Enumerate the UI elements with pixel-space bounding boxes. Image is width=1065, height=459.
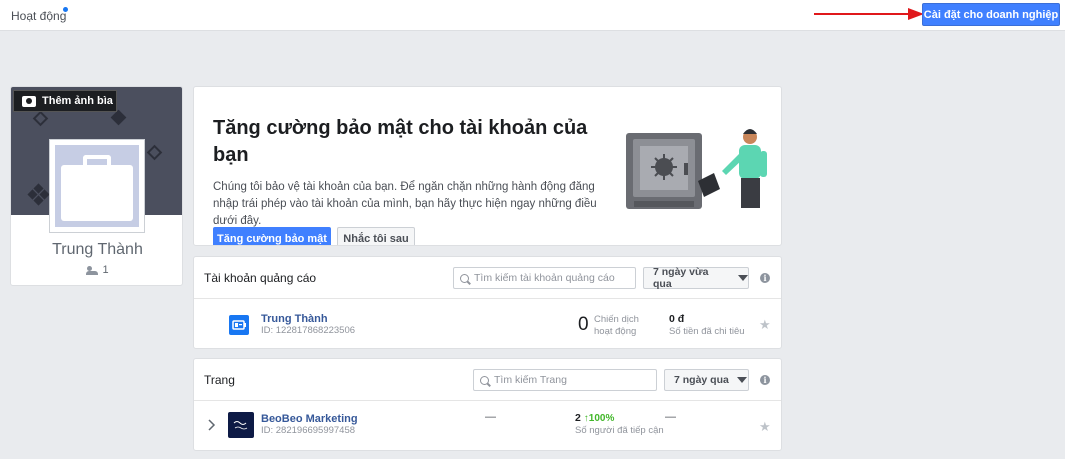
ad-accounts-search[interactable] — [453, 267, 636, 289]
ad-accounts-date-range[interactable]: 7 ngày vừa qua — [643, 266, 749, 290]
member-count-value: 1 — [102, 264, 109, 276]
chevron-down-icon — [736, 377, 747, 383]
reach-value: 2 ↑100% — [575, 412, 614, 424]
page-name[interactable]: BeoBeo Marketing — [261, 413, 358, 425]
top-bar: Hoạt động Cài đặt cho doanh nghiệp — [0, 0, 1065, 31]
security-card: Tăng cường bảo mật cho tài khoản của bạn… — [193, 86, 782, 246]
chevron-right-icon[interactable] — [208, 419, 216, 431]
ad-accounts-title: Tài khoản quảng cáo — [204, 271, 317, 285]
ad-account-name[interactable]: Trung Thành — [261, 313, 328, 325]
briefcase-icon — [55, 145, 139, 227]
pages-header: Trang 7 ngày qua i — [194, 359, 781, 401]
info-icon[interactable]: i — [760, 375, 770, 385]
pages-card: Trang 7 ngày qua i BeoBeo Marketing ID: … — [193, 358, 782, 451]
page-avatar — [228, 412, 254, 438]
profile-card: Thêm ảnh bìa Trung Thành 1 — [10, 86, 183, 286]
ad-accounts-date-range-label: 7 ngày vừa qua — [653, 266, 709, 290]
camera-icon — [22, 95, 36, 107]
page-logo-icon — [233, 421, 248, 430]
activity-tab[interactable]: Hoạt động — [11, 9, 66, 23]
reach-change: ↑100% — [583, 413, 615, 424]
security-description: Chúng tôi bảo vệ tài khoản của bạn. Để n… — [213, 181, 597, 227]
chevron-down-icon — [738, 275, 748, 281]
ad-account-icon — [229, 315, 249, 335]
reach-count: 2 — [575, 412, 581, 424]
page-metric-empty-2: — — [665, 411, 676, 423]
spend-value: 0 đ — [669, 313, 685, 325]
pages-search-input[interactable] — [494, 374, 656, 386]
pages-date-range-label: 7 ngày qua — [674, 374, 729, 386]
pages-title: Trang — [204, 373, 235, 387]
favorite-star-icon[interactable]: ★ — [759, 419, 771, 435]
profile-avatar[interactable] — [49, 139, 145, 233]
ad-account-id: ID: 122817868223506 — [261, 325, 356, 336]
add-cover-label: Thêm ảnh bìa — [42, 95, 113, 107]
safe-illustration-icon — [626, 129, 767, 209]
improve-security-button[interactable]: Tăng cường bảo mật — [213, 227, 331, 245]
page-metric-empty-1: — — [485, 411, 496, 423]
remind-later-button[interactable]: Nhắc tôi sau — [337, 227, 415, 245]
ad-accounts-header: Tài khoản quảng cáo 7 ngày vừa qua i — [194, 257, 781, 299]
search-icon — [460, 273, 469, 283]
business-settings-button[interactable]: Cài đặt cho doanh nghiệp — [922, 3, 1060, 26]
member-count[interactable]: 1 — [11, 264, 182, 276]
favorite-star-icon[interactable]: ★ — [759, 317, 771, 333]
page-id: ID: 282196695997458 — [261, 425, 356, 436]
profile-name[interactable]: Trung Thành — [11, 241, 182, 259]
active-campaigns-value: 0 — [578, 314, 589, 335]
active-campaigns-label-line2: hoạt động — [594, 326, 637, 337]
pages-search[interactable] — [473, 369, 657, 391]
people-icon — [86, 265, 99, 275]
notification-dot — [63, 7, 68, 12]
info-icon[interactable]: i — [760, 273, 770, 283]
pages-date-range[interactable]: 7 ngày qua — [664, 369, 749, 391]
ad-accounts-card: Tài khoản quảng cáo 7 ngày vừa qua i Tru… — [193, 256, 782, 349]
reach-label: Số người đã tiếp cận — [575, 425, 664, 436]
active-campaigns-label-line1: Chiến dịch — [594, 314, 639, 325]
annotation-arrow-icon — [814, 8, 924, 20]
search-icon — [480, 375, 489, 385]
add-cover-button[interactable]: Thêm ảnh bìa — [13, 90, 117, 112]
ad-accounts-search-input[interactable] — [474, 272, 635, 284]
spend-label: Số tiền đã chi tiêu — [669, 326, 745, 337]
security-title: Tăng cường bảo mật cho tài khoản của bạn — [213, 117, 588, 166]
